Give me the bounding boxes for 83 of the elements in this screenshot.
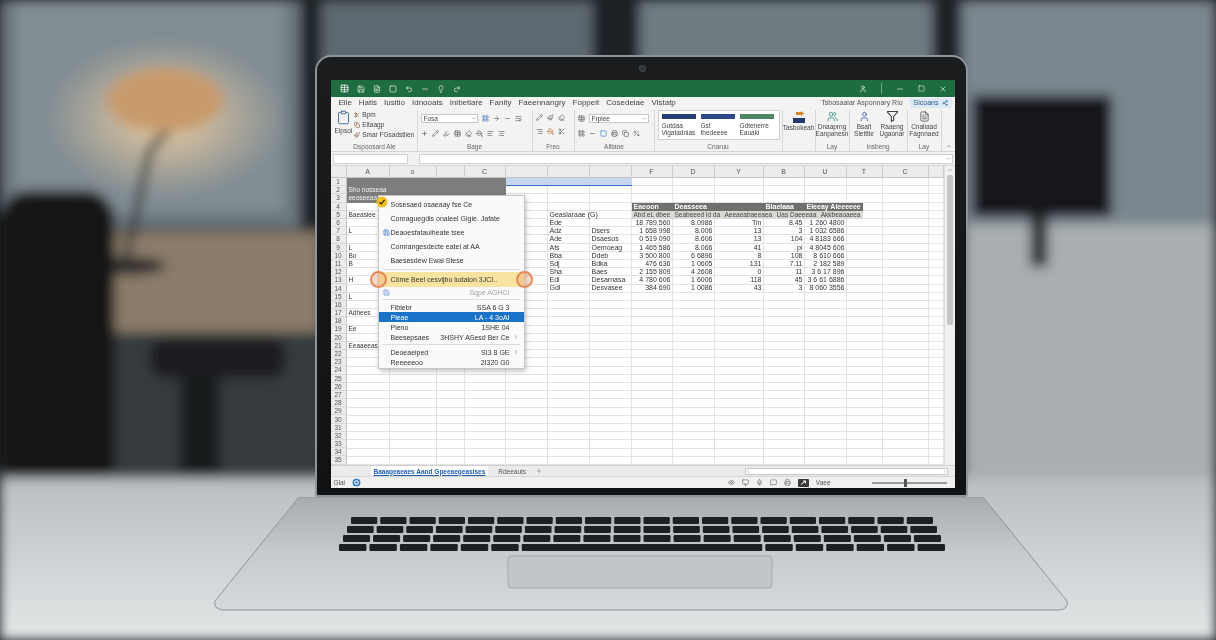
microphone-icon[interactable]: [755, 479, 763, 486]
scroll-right-icon[interactable]: [941, 468, 947, 474]
monitor-icon[interactable]: [741, 479, 749, 486]
paintbrush-icon[interactable]: [546, 114, 554, 121]
align-left-icon[interactable]: [486, 130, 494, 137]
zoom-slider[interactable]: [871, 481, 947, 484]
highlighter-icon[interactable]: [442, 130, 450, 137]
table-icon[interactable]: [453, 130, 461, 137]
add-sheet-icon[interactable]: [536, 468, 543, 474]
caret-icon: [470, 116, 476, 121]
ribbon-tab[interactable]: Iusitio: [384, 98, 405, 107]
minus-icon[interactable]: [503, 115, 511, 122]
paint-bucket-icon[interactable]: [475, 130, 483, 137]
arrow-bar-icon: [791, 111, 806, 123]
printer-icon[interactable]: [783, 479, 791, 486]
lightbulb-icon[interactable]: [436, 84, 445, 93]
glow-ring-icon: [515, 271, 533, 288]
align-center-icon[interactable]: [497, 130, 505, 137]
vertical-scrollbar[interactable]: [943, 166, 955, 465]
align-right-icon[interactable]: [535, 128, 543, 135]
pencil-icon[interactable]: [431, 130, 439, 137]
ribbon-tab[interactable]: Idnooats: [412, 98, 443, 107]
ribbon-tab[interactable]: Vistatp: [651, 98, 676, 107]
document-icon: [918, 111, 930, 122]
undo-icon[interactable]: [404, 84, 413, 93]
horizontal-scrollbar[interactable]: [744, 467, 948, 475]
scroll-thumb[interactable]: [946, 175, 953, 325]
arrow-icon[interactable]: [492, 115, 500, 122]
copy-icon: [354, 121, 361, 128]
ribbon-tab[interactable]: Hatis: [358, 98, 378, 107]
ribbon-tab[interactable]: Foppeit: [572, 98, 600, 107]
grid-icon[interactable]: [577, 130, 585, 137]
camera-icon: [639, 65, 646, 72]
person-icon: [858, 111, 870, 122]
chat-icon[interactable]: [769, 479, 777, 486]
eye-icon[interactable]: [727, 479, 735, 486]
clipboard-icon: [335, 110, 351, 125]
table-icon: [339, 84, 349, 93]
column-header[interactable]: [436, 166, 465, 178]
paintbrush-icon: [354, 131, 361, 138]
grid-icon[interactable]: [481, 115, 489, 122]
ribbon-tab[interactable]: Fanity: [489, 98, 512, 107]
glow-ring-icon: [369, 271, 387, 288]
expand-arrow-icon[interactable]: [797, 478, 809, 487]
printer-icon[interactable]: [610, 130, 618, 137]
slider-thumb[interactable]: [904, 478, 908, 487]
ribbon-tab[interactable]: Cosedeiae: [606, 98, 645, 107]
save-icon[interactable]: [356, 84, 365, 93]
caret-icon: [641, 116, 647, 121]
close-icon[interactable]: [938, 84, 947, 93]
users-icon: [826, 111, 838, 122]
eraser-icon[interactable]: [464, 130, 472, 137]
pencil-icon[interactable]: [535, 114, 543, 121]
funnel-icon: [886, 111, 898, 122]
share-icon: [941, 99, 948, 106]
collapse-caret-icon[interactable]: [945, 143, 952, 149]
scroll-left-icon[interactable]: [745, 468, 751, 474]
redo-icon[interactable]: [452, 84, 461, 93]
save-icon: [382, 288, 390, 296]
ribbon-tab[interactable]: Eile: [338, 98, 352, 107]
save-icon: [382, 228, 390, 236]
copy-icon[interactable]: [621, 130, 629, 137]
eraser-icon[interactable]: [557, 114, 565, 121]
ring-circle-icon[interactable]: [352, 478, 362, 487]
ribbon-tab[interactable]: Inibetiare: [449, 98, 483, 107]
user-icon[interactable]: [858, 84, 867, 93]
table-icon[interactable]: [577, 115, 585, 122]
expand-caret-icon[interactable]: [945, 156, 951, 161]
percent-icon[interactable]: [632, 130, 640, 137]
select-all-corner[interactable]: [330, 166, 347, 178]
paint-bucket-icon[interactable]: [546, 128, 554, 135]
scroll-up-icon[interactable]: [946, 167, 953, 173]
maximize-icon[interactable]: [917, 85, 925, 92]
plus-icon[interactable]: [420, 130, 428, 137]
wrap-text-icon[interactable]: [514, 115, 522, 122]
ribbon-tab[interactable]: Faeennangry: [518, 98, 566, 107]
selected-cell[interactable]: [589, 178, 632, 187]
formula-input[interactable]: [418, 153, 953, 164]
document-icon[interactable]: [372, 84, 381, 93]
scissors-icon: [354, 111, 361, 118]
minus-icon[interactable]: [588, 130, 596, 137]
scissors-icon[interactable]: [557, 128, 565, 135]
selected-cell[interactable]: [505, 178, 548, 187]
